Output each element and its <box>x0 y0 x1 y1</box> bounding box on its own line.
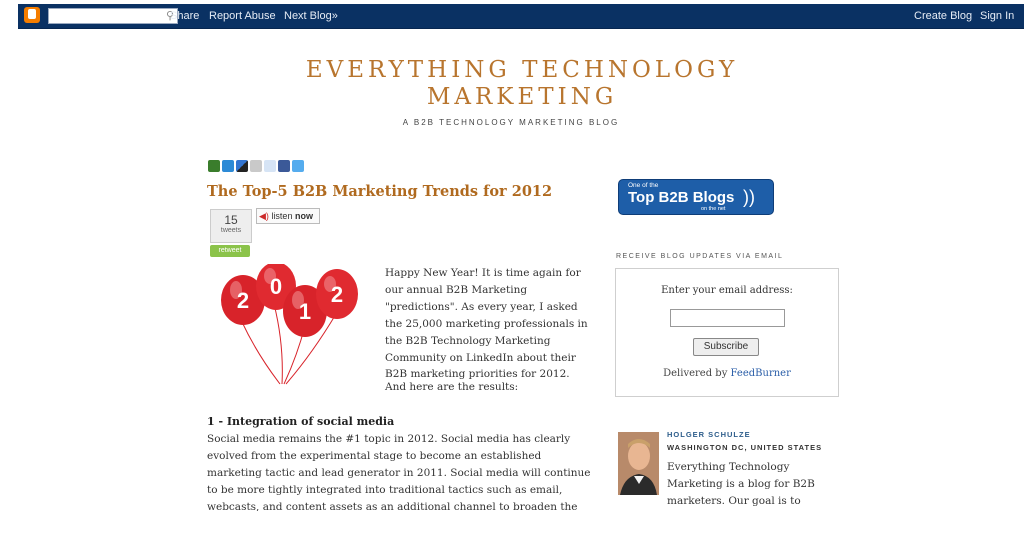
blog-title-line2: MARKETING <box>426 84 618 110</box>
retweet-button[interactable]: retweet <box>210 245 250 257</box>
blogger-navbar: ⚲ Share Report Abuse Next Blog» Create B… <box>18 4 1024 29</box>
author-location: WASHINGTON DC, UNITED STATES <box>667 443 823 452</box>
share-icons-row <box>208 160 304 172</box>
email-label: Enter your email address: <box>661 285 793 296</box>
reddit-icon[interactable] <box>264 160 276 172</box>
digg-icon[interactable] <box>250 160 262 172</box>
twitter-icon[interactable] <box>292 160 304 172</box>
author-avatar[interactable] <box>618 432 659 495</box>
balloon-digit-1: 2 <box>237 288 249 313</box>
section-1-heading: 1 - Integration of social media <box>207 415 395 428</box>
tweet-counter[interactable]: 15 tweets <box>210 209 252 243</box>
badge-net-text: on the net <box>701 206 726 212</box>
tweet-count: 15 <box>224 213 238 227</box>
balloon-digit-2: 0 <box>270 274 282 299</box>
email-updates-heading: RECEIVE BLOG UPDATES VIA EMAIL <box>616 253 784 260</box>
badge-small-text: One of the <box>628 182 659 189</box>
post-intro: Happy New Year! It is time again for our… <box>385 267 588 381</box>
2012-balloons-image: 2 0 1 2 <box>212 262 372 388</box>
blog-title[interactable]: EVERYTHING TECHNOLOGY MARKETING <box>0 57 1024 111</box>
tweet-count-label: tweets <box>220 227 242 234</box>
top-b2b-blogs-badge[interactable]: One of the Top B2B Blogs on the net )) <box>618 179 774 215</box>
delicious-icon[interactable] <box>236 160 248 172</box>
share-link[interactable]: Share <box>170 10 199 22</box>
blogger-logo-icon[interactable] <box>24 7 40 23</box>
delivered-by-label: Delivered by <box>663 368 728 379</box>
blog-search-input[interactable]: ⚲ <box>48 8 178 24</box>
author-name[interactable]: HOLGER SCHULZE <box>667 430 751 439</box>
post-title[interactable]: The Top-5 B2B Marketing Trends for 2012 <box>207 183 552 200</box>
sign-in-link[interactable]: Sign In <box>980 10 1014 22</box>
facebook-icon[interactable] <box>278 160 290 172</box>
report-abuse-link[interactable]: Report Abuse <box>209 10 276 22</box>
listen-label: listen <box>271 211 293 221</box>
email-subscribe-widget: Enter your email address: Subscribe Deli… <box>615 268 839 397</box>
google-bookmark-icon[interactable] <box>208 160 220 172</box>
rss-icon: )) <box>743 187 755 207</box>
section-1-body: Social media remains the #1 topic in 201… <box>207 433 591 511</box>
email-field[interactable] <box>670 309 785 327</box>
author-bio: Everything Technology Marketing is a blo… <box>667 461 815 507</box>
delivered-by: Delivered by FeedBurner <box>616 368 838 379</box>
feedburner-link[interactable]: FeedBurner <box>731 368 791 379</box>
next-blog-link[interactable]: Next Blog» <box>284 10 338 22</box>
listen-now-button[interactable]: ◀) listen now <box>256 208 320 224</box>
speaker-icon: ◀) <box>259 211 269 221</box>
balloon-digit-4: 2 <box>331 282 343 307</box>
blog-description: A B2B TECHNOLOGY MARKETING BLOG <box>402 118 620 127</box>
badge-big-text: Top B2B Blogs <box>628 189 735 206</box>
blog-title-line1: EVERYTHING TECHNOLOGY <box>305 57 739 83</box>
listen-now-label: now <box>294 211 313 221</box>
google-buzz-icon[interactable] <box>222 160 234 172</box>
subscribe-button[interactable]: Subscribe <box>693 338 759 356</box>
balloon-digit-3: 1 <box>299 299 311 324</box>
post-results-line: And here are the results: <box>385 381 519 393</box>
create-blog-link[interactable]: Create Blog <box>914 10 972 22</box>
